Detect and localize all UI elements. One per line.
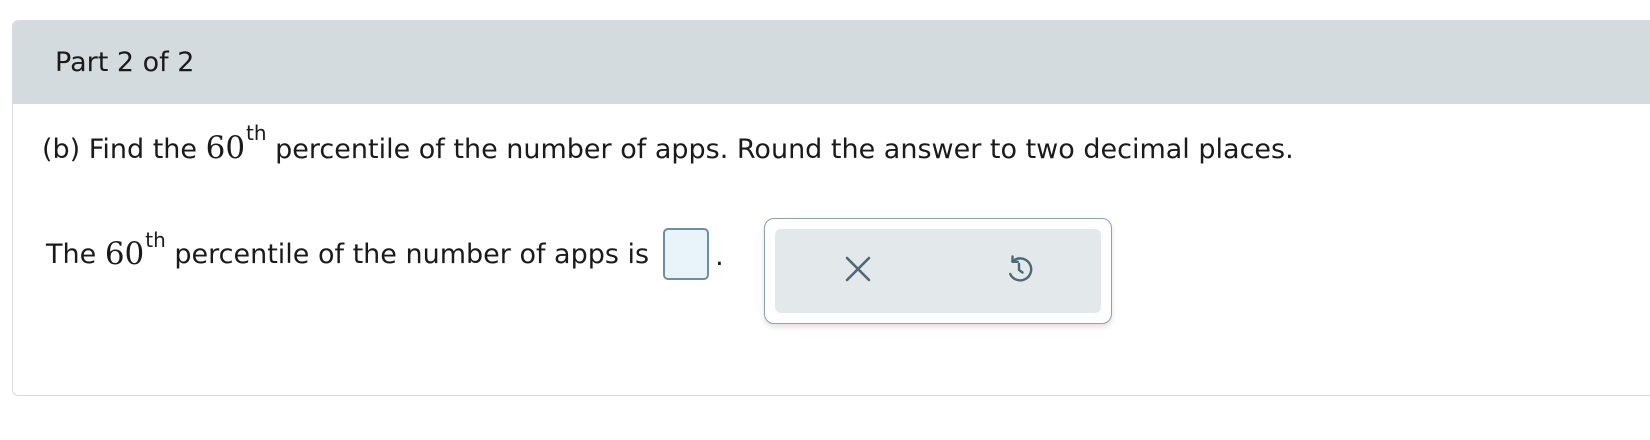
answer-line: The 60th percentile of the number of app… — [46, 228, 724, 280]
question-prefix: (b) Find the — [42, 134, 206, 165]
undo-button[interactable] — [979, 229, 1059, 313]
clear-button[interactable] — [818, 229, 898, 313]
answer-tools-bar — [775, 229, 1101, 313]
undo-icon — [1003, 253, 1035, 289]
question-card: Part 2 of 2 — [12, 20, 1650, 396]
question-ordinal-number: 60 — [205, 130, 246, 166]
answer-ordinal-suffix: th — [145, 228, 166, 252]
question-suffix: percentile of the number of apps. Round … — [266, 134, 1294, 165]
question-text: (b) Find the 60th percentile of the numb… — [42, 121, 1294, 166]
answer-suffix: percentile of the number of apps is — [165, 238, 650, 270]
answer-ordinal-number: 60 — [104, 236, 145, 272]
answer-period: . — [715, 241, 724, 272]
question-ordinal-suffix: th — [246, 121, 267, 145]
part-label: Part 2 of 2 — [55, 47, 195, 78]
answer-input[interactable] — [663, 228, 710, 280]
answer-tools-panel — [764, 218, 1112, 324]
part-header: Part 2 of 2 — [13, 21, 1650, 104]
answer-prefix: The — [46, 238, 105, 270]
x-icon — [844, 255, 872, 287]
